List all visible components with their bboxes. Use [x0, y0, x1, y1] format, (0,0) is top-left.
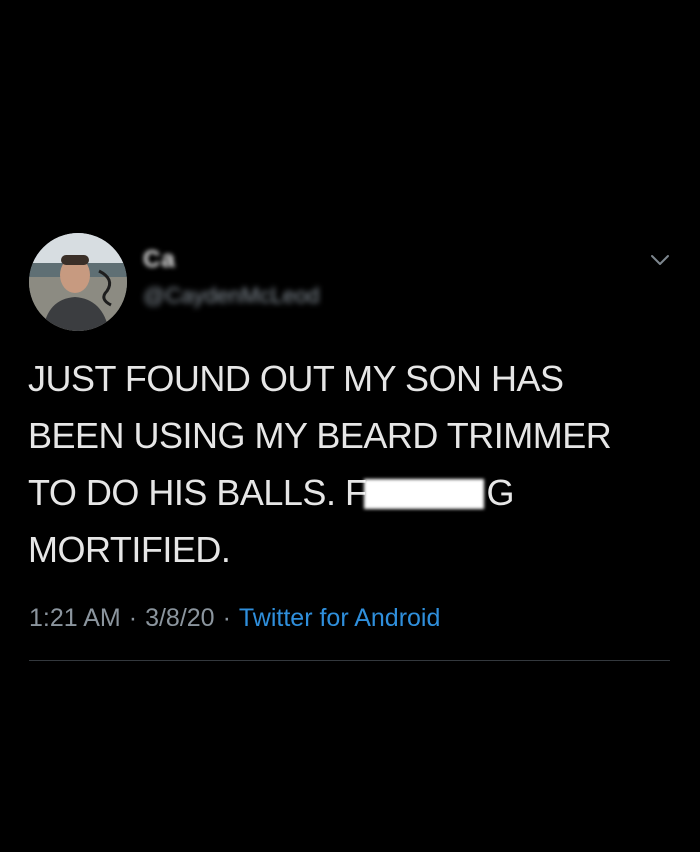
meta-separator: ·	[222, 604, 231, 632]
avatar-photo	[29, 233, 127, 331]
tweet-text-line: MORTIFIED.	[28, 529, 231, 570]
tweet-time[interactable]: 1:21 AM	[29, 604, 121, 632]
author-display-name[interactable]: Ca	[143, 246, 176, 274]
tweet-meta: 1:21 AM · 3/8/20 · Twitter for Android	[29, 604, 440, 633]
divider	[29, 660, 670, 661]
tweet-source-link[interactable]: Twitter for Android	[239, 604, 440, 632]
tweet-text-line: TO DO HIS BALLS. F G	[28, 464, 668, 521]
tweet-text-line: BEEN USING MY BEARD TRIMMER	[28, 415, 612, 456]
tweet: Ca @CaydenMcLeod JUST FOUND OUT MY SON H…	[0, 0, 700, 852]
tweet-date[interactable]: 3/8/20	[145, 604, 215, 632]
tweet-text-fragment: TO DO HIS BALLS. F	[28, 472, 367, 513]
censor-bar	[364, 479, 485, 509]
meta-separator: ·	[128, 604, 138, 632]
tweet-text-fragment: G	[486, 472, 514, 513]
avatar[interactable]	[29, 233, 127, 331]
tweet-text-line: JUST FOUND OUT MY SON HAS	[28, 358, 564, 399]
chevron-down-icon[interactable]	[648, 248, 672, 272]
author-handle[interactable]: @CaydenMcLeod	[143, 283, 319, 309]
tweet-text: JUST FOUND OUT MY SON HAS BEEN USING MY …	[28, 350, 668, 578]
